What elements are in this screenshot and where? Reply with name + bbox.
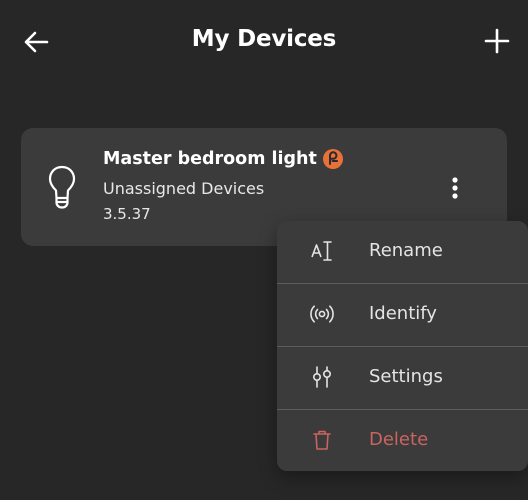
- plus-icon: [484, 28, 510, 54]
- menu-item-rename[interactable]: Rename: [277, 221, 528, 283]
- menu-item-settings[interactable]: Settings: [277, 347, 528, 409]
- device-context-menu: Rename Identify Settings Delete: [277, 221, 528, 471]
- more-vertical-icon: [452, 177, 458, 199]
- device-version: 3.5.37: [103, 205, 151, 223]
- broadcast-icon: [310, 305, 334, 323]
- light-bulb-icon: [48, 165, 76, 209]
- sliders-icon: [313, 366, 332, 388]
- menu-item-label: Settings: [369, 366, 443, 387]
- device-group: Unassigned Devices: [103, 179, 265, 198]
- app-header: My Devices: [0, 0, 528, 84]
- device-name-row: Master bedroom light: [103, 149, 343, 169]
- menu-item-delete[interactable]: Delete: [277, 410, 528, 471]
- rename-icon: [311, 241, 332, 261]
- device-name: Master bedroom light: [103, 149, 317, 169]
- menu-item-identify[interactable]: Identify: [277, 284, 528, 346]
- menu-item-label: Delete: [369, 429, 429, 450]
- brand-badge-icon: [322, 149, 343, 169]
- menu-item-label: Rename: [369, 240, 443, 261]
- trash-icon: [313, 430, 331, 450]
- page-title: My Devices: [191, 26, 337, 52]
- more-options-button[interactable]: [441, 172, 469, 204]
- menu-item-label: Identify: [369, 303, 437, 324]
- add-device-button[interactable]: [480, 24, 514, 58]
